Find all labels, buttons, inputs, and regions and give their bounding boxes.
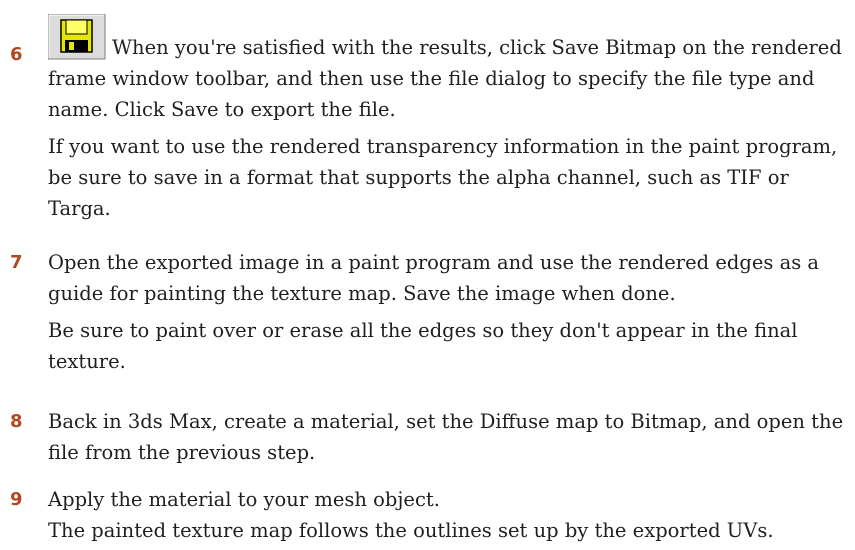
step-paragraph: When you're satisfied with the results, …: [48, 14, 848, 125]
step-number: 7: [10, 252, 23, 273]
save-bitmap-icon: [48, 14, 106, 60]
step-paragraph: Apply the material to your mesh object.: [48, 488, 440, 511]
step-paragraph: The painted texture map follows the outl…: [48, 519, 774, 542]
step-body: Apply the material to your mesh object. …: [48, 484, 848, 546]
step-body: Open the exported image in a paint progr…: [48, 247, 848, 377]
step-paragraph: Be sure to paint over or erase all the e…: [48, 319, 798, 373]
step-text: When you're satisfied with the results, …: [48, 36, 842, 121]
step-paragraph: Back in 3ds Max, create a material, set …: [48, 410, 844, 464]
step-paragraph: If you want to use the rendered transpar…: [48, 135, 838, 220]
step-body: Back in 3ds Max, create a material, set …: [48, 406, 848, 468]
document-page: 6 When you're satisfied with the results…: [0, 0, 855, 550]
step-paragraph: Open the exported image in a paint progr…: [48, 251, 820, 305]
step-number: 8: [10, 411, 23, 432]
step-number: 6: [10, 44, 23, 65]
step-number: 9: [10, 489, 23, 510]
step-body: When you're satisfied with the results, …: [48, 14, 848, 224]
